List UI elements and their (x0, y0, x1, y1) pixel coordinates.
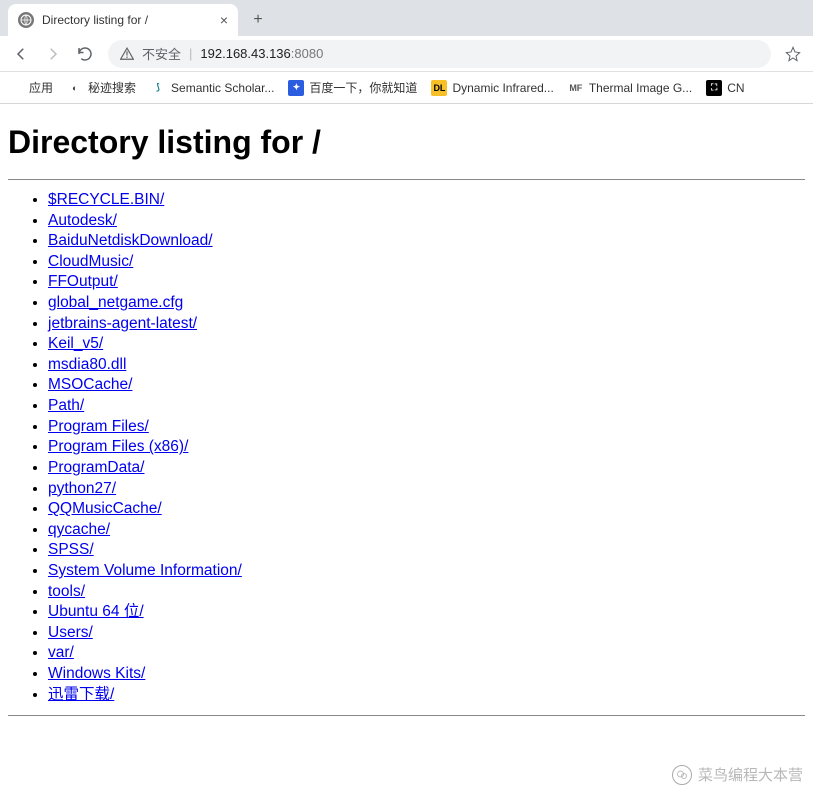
bookmarks-bar: 应用 ◐ 秘迹搜索 ⟆ Semantic Scholar... ✦ 百度一下，你就知道 DL… (0, 72, 813, 104)
bookmark-item[interactable]: ◐ 秘迹搜索 (67, 79, 136, 96)
hr-top (8, 179, 805, 180)
list-item: FFOutput/ (48, 272, 805, 293)
directory-link[interactable]: Windows Kits/ (48, 665, 145, 682)
list-item: var/ (48, 643, 805, 664)
bookmark-item[interactable]: DL Dynamic Infrared... (431, 80, 553, 96)
directory-link[interactable]: ProgramData/ (48, 459, 144, 476)
bookmark-icon: ◐ (67, 80, 83, 96)
apps-label: 应用 (29, 79, 53, 96)
directory-link[interactable]: $RECYCLE.BIN/ (48, 191, 164, 208)
wechat-icon (672, 765, 692, 785)
toolbar: 不安全 | 192.168.43.136:8080 (0, 36, 813, 72)
list-item: 迅雷下载/ (48, 685, 805, 706)
list-item: msdia80.dll (48, 355, 805, 376)
list-item: $RECYCLE.BIN/ (48, 190, 805, 211)
list-item: python27/ (48, 479, 805, 500)
bookmark-star-icon[interactable] (779, 46, 807, 62)
browser-chrome: Directory listing for / × + 不安全 | 192.16… (0, 0, 813, 104)
page-content: Directory listing for / $RECYCLE.BIN/Aut… (0, 104, 813, 734)
insecure-label: 不安全 (142, 44, 181, 63)
list-item: System Volume Information/ (48, 561, 805, 582)
bookmark-label: 百度一下，你就知道 (309, 79, 417, 96)
list-item: global_netgame.cfg (48, 293, 805, 314)
browser-tab[interactable]: Directory listing for / × (8, 4, 238, 36)
list-item: ProgramData/ (48, 458, 805, 479)
list-item: Keil_v5/ (48, 334, 805, 355)
bookmark-icon: ⟆ (150, 80, 166, 96)
apps-button[interactable]: 应用 (8, 79, 53, 96)
list-item: qycache/ (48, 520, 805, 541)
close-icon[interactable]: × (220, 12, 228, 28)
directory-link[interactable]: Keil_v5/ (48, 335, 103, 352)
page-title: Directory listing for / (8, 124, 805, 161)
list-item: tools/ (48, 582, 805, 603)
directory-link[interactable]: Ubuntu 64 位/ (48, 603, 144, 620)
url-port: :8080 (291, 46, 324, 61)
directory-link[interactable]: System Volume Information/ (48, 562, 242, 579)
list-item: QQMusicCache/ (48, 499, 805, 520)
bookmark-icon: MF (568, 80, 584, 96)
directory-link[interactable]: Program Files (x86)/ (48, 438, 188, 455)
directory-link[interactable]: CloudMusic/ (48, 253, 133, 270)
bookmark-item[interactable]: MF Thermal Image G... (568, 80, 692, 96)
bookmark-item[interactable]: ✦ 百度一下，你就知道 (288, 79, 417, 96)
directory-link[interactable]: global_netgame.cfg (48, 294, 183, 311)
list-item: BaiduNetdiskDownload/ (48, 231, 805, 252)
directory-link[interactable]: Autodesk/ (48, 212, 117, 229)
directory-link[interactable]: 迅雷下载/ (48, 686, 114, 703)
list-item: MSOCache/ (48, 375, 805, 396)
list-item: Program Files/ (48, 417, 805, 438)
list-item: Users/ (48, 623, 805, 644)
directory-link[interactable]: FFOutput/ (48, 273, 118, 290)
directory-link[interactable]: SPSS/ (48, 541, 94, 558)
list-item: Ubuntu 64 位/ (48, 602, 805, 623)
hr-bottom (8, 715, 805, 716)
tab-strip: Directory listing for / × + (0, 0, 813, 36)
list-item: SPSS/ (48, 540, 805, 561)
bookmark-label: Thermal Image G... (589, 81, 692, 95)
bookmark-icon: ✦ (288, 80, 304, 96)
directory-link[interactable]: Users/ (48, 624, 93, 641)
bookmark-label: 秘迹搜索 (88, 79, 136, 96)
divider: | (189, 46, 192, 61)
list-item: Autodesk/ (48, 211, 805, 232)
directory-link[interactable]: msdia80.dll (48, 356, 126, 373)
list-item: jetbrains-agent-latest/ (48, 314, 805, 335)
bookmark-icon: ⛶ (706, 80, 722, 96)
bookmark-item[interactable]: ⟆ Semantic Scholar... (150, 80, 274, 96)
directory-link[interactable]: QQMusicCache/ (48, 500, 162, 517)
bookmark-item[interactable]: ⛶ CN (706, 80, 744, 96)
back-button[interactable] (6, 39, 36, 69)
apps-icon (8, 80, 24, 96)
list-item: Path/ (48, 396, 805, 417)
bookmark-label: Dynamic Infrared... (452, 81, 553, 95)
watermark-text: 菜鸟编程大本营 (698, 764, 803, 785)
directory-list: $RECYCLE.BIN/Autodesk/BaiduNetdiskDownlo… (8, 190, 805, 705)
list-item: CloudMusic/ (48, 252, 805, 273)
bookmark-label: CN (727, 81, 744, 95)
directory-link[interactable]: qycache/ (48, 521, 110, 538)
directory-link[interactable]: MSOCache/ (48, 376, 132, 393)
directory-link[interactable]: tools/ (48, 583, 85, 600)
new-tab-button[interactable]: + (244, 6, 272, 34)
directory-link[interactable]: var/ (48, 644, 74, 661)
warning-icon (120, 47, 134, 61)
forward-button[interactable] (38, 39, 68, 69)
globe-icon (18, 12, 34, 28)
directory-link[interactable]: Program Files/ (48, 418, 149, 435)
address-bar[interactable]: 不安全 | 192.168.43.136:8080 (108, 40, 771, 68)
directory-link[interactable]: Path/ (48, 397, 84, 414)
watermark: 菜鸟编程大本营 (672, 764, 803, 785)
url-host: 192.168.43.136 (200, 46, 290, 61)
bookmark-icon: DL (431, 80, 447, 96)
bookmark-label: Semantic Scholar... (171, 81, 274, 95)
reload-button[interactable] (70, 39, 100, 69)
directory-link[interactable]: python27/ (48, 480, 116, 497)
tab-title: Directory listing for / (42, 13, 212, 27)
directory-link[interactable]: BaiduNetdiskDownload/ (48, 232, 213, 249)
list-item: Program Files (x86)/ (48, 437, 805, 458)
list-item: Windows Kits/ (48, 664, 805, 685)
directory-link[interactable]: jetbrains-agent-latest/ (48, 315, 197, 332)
url-text: 192.168.43.136:8080 (200, 46, 323, 61)
